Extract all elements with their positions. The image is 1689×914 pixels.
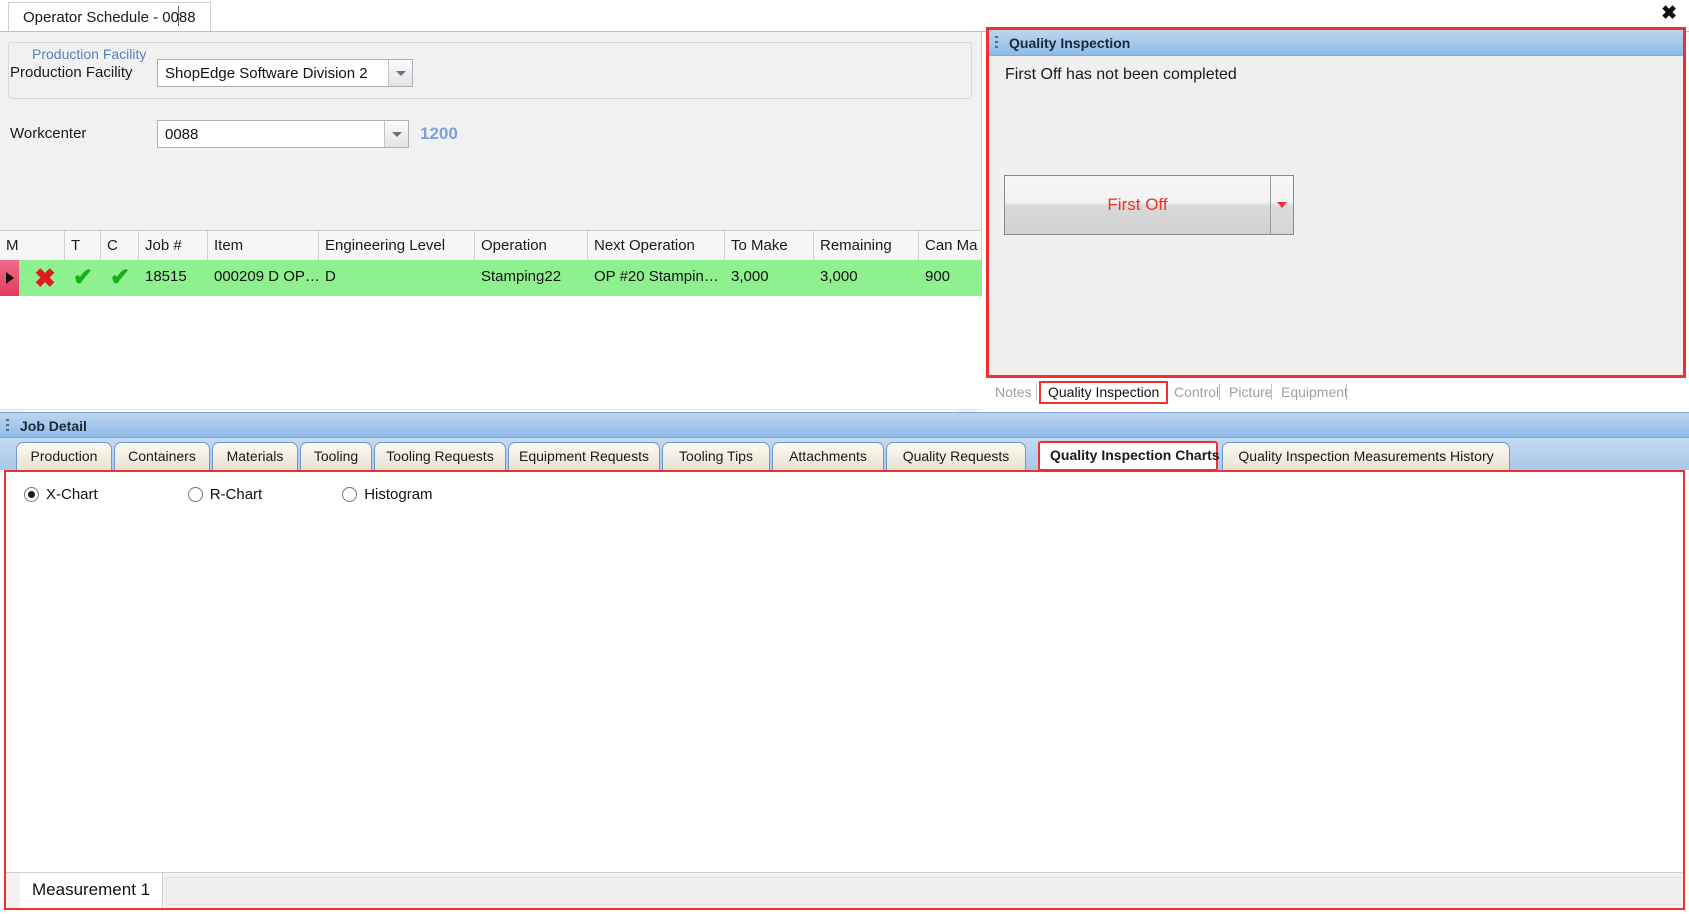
- workcenter-combobox[interactable]: 0088: [157, 120, 409, 148]
- qi-tab-equipment[interactable]: Equipment: [1274, 381, 1355, 404]
- tab-equipment-requests[interactable]: Equipment Requests: [508, 442, 660, 470]
- production-facility-form: Production Facility Production Facility …: [0, 32, 982, 435]
- drag-handle-icon[interactable]: [995, 36, 998, 51]
- table-row[interactable]: ✖ ✔ ✔ 18515 000209 D OP… D Stamping22 OP…: [0, 260, 982, 296]
- tab-measurement-1[interactable]: Measurement 1: [20, 873, 164, 908]
- radio-histogram-label: Histogram: [364, 486, 433, 503]
- cell-c-status: ✔: [109, 264, 131, 291]
- production-facility-groupbox: Production Facility: [8, 42, 972, 99]
- cell-engineering-level: D: [325, 268, 336, 285]
- radio-r-chart-label: R-Chart: [209, 486, 263, 503]
- tab-quality-requests[interactable]: Quality Requests: [886, 442, 1026, 470]
- grid-col-can-make[interactable]: Can Ma: [919, 231, 982, 260]
- workcenter-label: Workcenter: [10, 125, 87, 142]
- tab-tooling-tips[interactable]: Tooling Tips: [662, 442, 770, 470]
- job-detail-tabstrip: Production Containers Materials Tooling …: [0, 438, 1689, 900]
- text-caret: [178, 6, 179, 26]
- grid-col-next-op[interactable]: Next Operation: [588, 231, 725, 260]
- cell-t-status: ✔: [72, 264, 94, 291]
- production-facility-combobox[interactable]: ShopEdge Software Division 2: [157, 59, 413, 87]
- grid-col-m[interactable]: M: [0, 231, 65, 260]
- tab-materials[interactable]: Materials: [212, 442, 298, 470]
- cell-job-number: 18515: [145, 268, 187, 285]
- tab-containers[interactable]: Containers: [114, 442, 210, 470]
- quality-inspection-titlebar: Quality Inspection: [989, 30, 1683, 56]
- grid-col-operation[interactable]: Operation: [475, 231, 588, 260]
- qi-tab-control[interactable]: Control: [1167, 381, 1226, 404]
- tab-quality-inspection-charts[interactable]: Quality Inspection Charts: [1038, 441, 1220, 471]
- document-tab-label: Operator Schedule - 0088: [23, 9, 196, 26]
- production-facility-value: ShopEdge Software Division 2: [165, 64, 368, 82]
- tab-tooling-requests[interactable]: Tooling Requests: [374, 442, 506, 470]
- grid-col-t[interactable]: T: [65, 231, 101, 260]
- grid-col-eng-level[interactable]: Engineering Level: [319, 231, 475, 260]
- radio-histogram[interactable]: Histogram: [342, 486, 433, 503]
- radio-x-chart-label: X-Chart: [46, 486, 98, 503]
- first-off-dropdown-toggle[interactable]: [1271, 176, 1293, 234]
- schedule-grid: M T C Job # Item Engineering Level Opera…: [0, 230, 982, 405]
- radio-indicator: [187, 487, 203, 502]
- chevron-down-icon[interactable]: [388, 60, 412, 86]
- quality-inspection-title: Quality Inspection: [1009, 35, 1131, 51]
- cell-m-status: ✖: [34, 263, 56, 293]
- drag-handle-icon[interactable]: [6, 419, 9, 434]
- cell-operation: Stamping22: [481, 268, 562, 285]
- first-off-button[interactable]: First Off: [1005, 176, 1271, 234]
- workcenter-value: 0088: [165, 125, 199, 143]
- application-window: Operator Schedule - 0088 ✖ Production Fa…: [0, 0, 1689, 914]
- tab-separator: [1346, 384, 1347, 400]
- grid-col-job[interactable]: Job #: [139, 231, 208, 260]
- tab-tooling[interactable]: Tooling: [300, 442, 372, 470]
- cell-next-operation: OP #20 Stampin…: [594, 268, 719, 285]
- workcenter-code: 1200: [420, 124, 458, 143]
- tab-attachments[interactable]: Attachments: [772, 442, 884, 470]
- radio-indicator-selected: [24, 487, 39, 502]
- grid-col-remaining[interactable]: Remaining: [814, 231, 919, 260]
- tab-quality-inspection-measurements-history[interactable]: Quality Inspection Measurements History: [1222, 442, 1510, 470]
- row-selector-arrow[interactable]: [0, 260, 20, 296]
- quality-inspection-message: First Off has not been completed: [1005, 66, 1237, 83]
- caret-down-icon: [1277, 202, 1287, 208]
- grid-col-to-make[interactable]: To Make: [725, 231, 814, 260]
- chart-type-radio-group: X-Chart R-Chart Histogram: [24, 486, 433, 503]
- measurement-tabstrip: Measurement 1: [6, 872, 1683, 908]
- quality-inspection-panel: Quality Inspection First Off has not bee…: [986, 27, 1686, 378]
- job-detail-titlebar: Job Detail: [0, 412, 1689, 438]
- measurement-tabstrip-empty: [166, 877, 1681, 905]
- grid-col-item[interactable]: Item: [208, 231, 319, 260]
- qi-tab-notes[interactable]: Notes: [988, 381, 1039, 404]
- radio-indicator: [342, 487, 358, 502]
- cell-can-make: 900: [925, 268, 951, 285]
- quality-inspection-charts-panel: X-Chart R-Chart Histogram Measurement 1: [4, 470, 1685, 910]
- radio-r-chart[interactable]: R-Chart: [187, 486, 263, 503]
- cell-to-make: 3,000: [731, 268, 769, 285]
- quality-inspection-tabstrip: Notes Quality Inspection Control Picture…: [986, 381, 1686, 404]
- production-facility-label: Production Facility: [10, 64, 133, 81]
- tab-production[interactable]: Production: [16, 442, 112, 470]
- tab-separator: [1219, 384, 1220, 400]
- qi-tab-quality-inspection[interactable]: Quality Inspection: [1039, 381, 1169, 404]
- tab-separator: [1036, 384, 1037, 400]
- radio-x-chart[interactable]: X-Chart: [24, 486, 98, 503]
- job-detail-title: Job Detail: [20, 418, 87, 434]
- grid-col-c[interactable]: C: [101, 231, 139, 260]
- cell-remaining: 3,000: [820, 268, 858, 285]
- close-icon[interactable]: ✖: [1661, 4, 1677, 24]
- grid-header-row: M T C Job # Item Engineering Level Opera…: [0, 230, 982, 260]
- cell-item: 000209 D OP…: [214, 268, 319, 285]
- document-tab-operator-schedule[interactable]: Operator Schedule - 0088: [8, 2, 211, 31]
- chevron-down-icon[interactable]: [384, 121, 408, 147]
- first-off-split-button[interactable]: First Off: [1004, 175, 1294, 235]
- tab-separator: [1271, 384, 1272, 400]
- groupbox-title: Production Facility: [27, 46, 152, 62]
